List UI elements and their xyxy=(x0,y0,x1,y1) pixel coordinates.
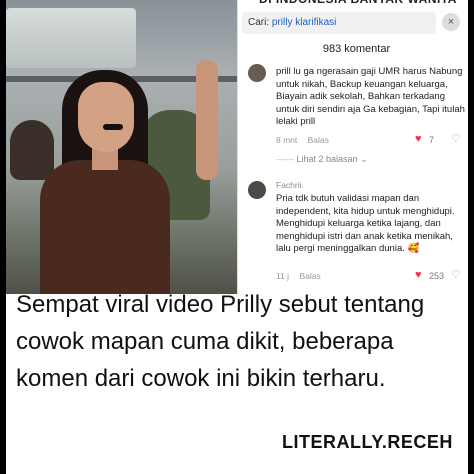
like-count: 7 xyxy=(429,135,435,145)
view-replies-button[interactable]: —— Lihat 2 balasan ⌄ xyxy=(276,154,368,165)
caption-text: Sempat viral video Prilly sebut tentang … xyxy=(16,291,425,392)
comment-time: 8 mnt xyxy=(276,135,298,145)
background-person xyxy=(10,120,54,180)
dislike-icon[interactable]: ♡ xyxy=(451,268,461,281)
comment-meta: 11 j Balas xyxy=(276,271,329,281)
video-photo xyxy=(0,0,250,300)
headset-mic xyxy=(103,124,123,130)
search-query: prilly klarifikasi xyxy=(271,17,337,28)
chevron-down-icon: ⌄ xyxy=(360,154,368,164)
comment-time: 11 j xyxy=(276,271,290,281)
post-image: DI INDONESIA BANYAK WANITA Cari: prilly … xyxy=(0,0,474,474)
search-bar[interactable]: Cari: prilly klarifikasi xyxy=(242,12,436,34)
comments-panel: DI INDONESIA BANYAK WANITA Cari: prilly … xyxy=(237,0,474,300)
reply-button[interactable]: Balas xyxy=(308,135,329,145)
avatar[interactable] xyxy=(248,64,266,82)
bus-window xyxy=(6,8,136,68)
comment-meta: 8 mnt Balas xyxy=(276,135,337,145)
reply-button[interactable]: Balas xyxy=(299,271,320,281)
brand-watermark: LITERALLY.RECEH xyxy=(282,432,453,452)
close-icon[interactable]: × xyxy=(442,13,460,31)
comment-text: prill lu ga ngerasain gaji UMR harus Nab… xyxy=(276,66,465,127)
search-prefix: Cari: xyxy=(248,17,270,28)
heart-icon[interactable]: ♥ xyxy=(415,269,422,281)
raised-arm xyxy=(196,60,218,180)
speaker-face xyxy=(78,82,134,152)
comment-text: Pria tdk butuh validasi mapan dan indepe… xyxy=(276,193,455,254)
right-border xyxy=(468,0,474,474)
like-count: 253 xyxy=(429,271,445,281)
divider-line: —— xyxy=(276,154,294,164)
left-border xyxy=(0,0,6,474)
dislike-icon[interactable]: ♡ xyxy=(451,132,461,145)
avatar[interactable] xyxy=(248,181,266,199)
view-replies-label: Lihat 2 balasan xyxy=(296,154,358,164)
heart-icon[interactable]: ♥ xyxy=(415,133,422,145)
comment-username[interactable]: Fachrii. xyxy=(276,180,304,190)
speaker-body xyxy=(40,160,170,300)
video-banner-text: DI INDONESIA BANYAK WANITA xyxy=(238,0,474,8)
comment-count: 983 komentar xyxy=(322,43,391,55)
